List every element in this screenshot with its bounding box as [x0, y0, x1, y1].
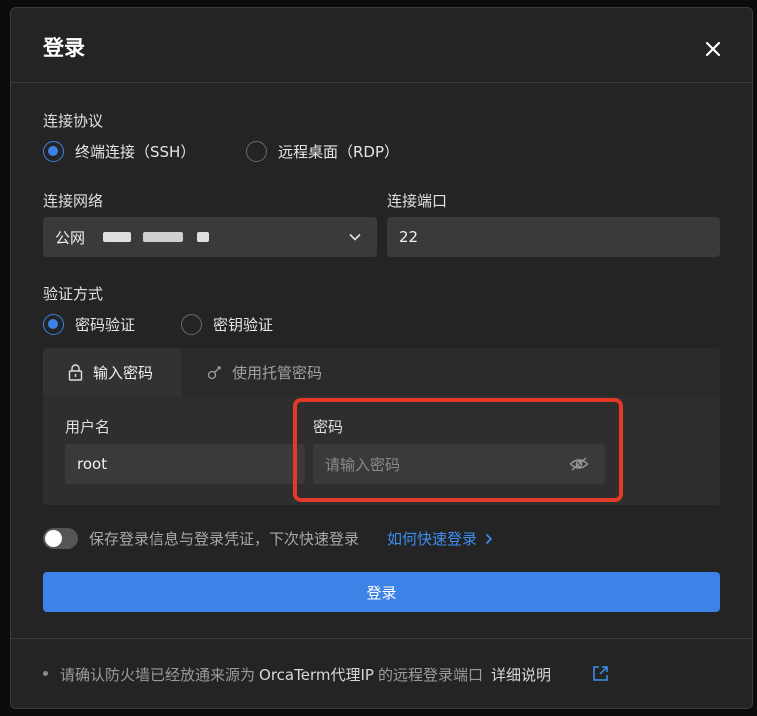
username-input-value: root [77, 455, 108, 473]
chevron-down-icon [349, 233, 361, 241]
lock-icon [68, 363, 83, 381]
radio-ssh-label: 终端连接（SSH） [75, 143, 196, 161]
username-input[interactable]: root [65, 444, 305, 484]
radio-password-auth[interactable]: 密码验证 [43, 314, 135, 335]
save-credentials-text: 保存登录信息与登录凭证，下次快速登录 [89, 530, 360, 548]
radio-key-auth[interactable]: 密钥验证 [181, 314, 273, 335]
network-label: 连接网络 [43, 192, 104, 210]
login-dialog: 登录 连接协议 终端连接（SSH） 远程桌面（RDP） 连接网络 连接端口 公网… [10, 7, 753, 709]
radio-password-indicator [43, 314, 64, 335]
note-suffix: 的远程登录端口 [377, 666, 483, 684]
bullet-dot [43, 671, 48, 676]
tab-input-password-label: 输入密码 [93, 363, 154, 382]
dialog-title: 登录 [43, 36, 85, 60]
port-input[interactable]: 22 [387, 217, 720, 257]
highlight-box [293, 398, 623, 502]
tab-managed-password[interactable]: 使用托管密码 [182, 348, 362, 396]
auth-label: 验证方式 [43, 285, 104, 303]
save-credentials-toggle[interactable] [43, 528, 78, 549]
redacted-block [143, 232, 184, 242]
radio-ssh[interactable]: 终端连接（SSH） [43, 141, 195, 162]
radio-rdp-label: 远程桌面（RDP） [278, 143, 400, 161]
tab-input-password[interactable]: 输入密码 [43, 348, 182, 396]
chevron-right-icon [485, 533, 493, 544]
quick-login-help-label: 如何快速登录 [387, 530, 478, 548]
external-link-icon[interactable] [592, 665, 609, 682]
note-prefix: 请确认防火墙已经放通来源为 [60, 666, 256, 684]
radio-rdp[interactable]: 远程桌面（RDP） [246, 141, 399, 162]
protocol-label: 连接协议 [43, 112, 104, 130]
dialog-header: 登录 [11, 8, 752, 83]
radio-rdp-indicator [246, 141, 267, 162]
redacted-block [103, 232, 132, 242]
firewall-note: 请确认防火墙已经放通来源为 OrcaTerm代理IP 的远程登录端口 详细说明 [60, 664, 551, 685]
radio-key-indicator [181, 314, 202, 335]
close-icon[interactable] [704, 40, 722, 58]
quick-login-help-link[interactable]: 如何快速登录 [387, 528, 493, 549]
login-button[interactable]: 登录 [43, 572, 720, 612]
key-icon [207, 365, 221, 379]
network-select-value: 公网 [55, 228, 86, 247]
radio-password-label: 密码验证 [75, 316, 136, 334]
tab-managed-password-label: 使用托管密码 [232, 363, 323, 382]
detail-link[interactable]: 详细说明 [491, 664, 551, 685]
note-highlight: OrcaTerm代理IP [259, 666, 374, 684]
port-input-value: 22 [399, 228, 419, 246]
radio-ssh-indicator [43, 141, 64, 162]
network-select[interactable]: 公网 [43, 217, 377, 257]
port-label: 连接端口 [387, 192, 448, 210]
credential-tabs: 输入密码 使用托管密码 [43, 348, 720, 396]
radio-key-label: 密钥验证 [213, 316, 274, 334]
username-label: 用户名 [65, 418, 111, 436]
redacted-block [197, 232, 210, 242]
